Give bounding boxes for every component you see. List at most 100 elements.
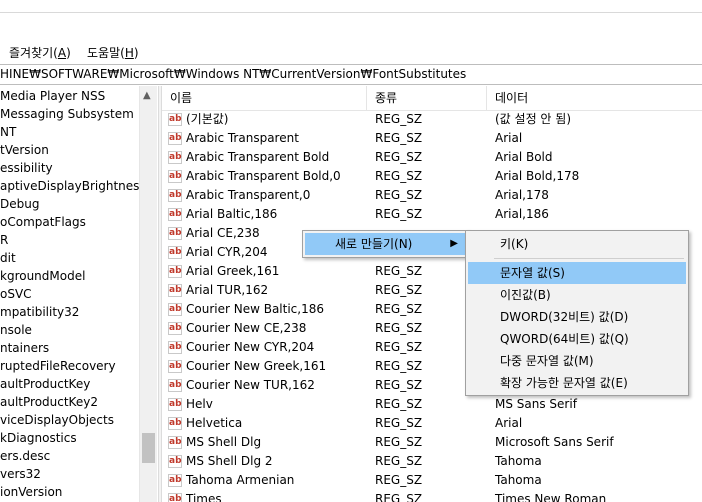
value-type: REG_SZ	[375, 264, 423, 278]
table-row[interactable]: ab Arabic Transparent,0 REG_SZ Arial,178	[162, 186, 702, 205]
tree-item[interactable]: nsole	[0, 321, 32, 339]
value-data: Arial,178	[495, 188, 549, 202]
table-row[interactable]: ab Arial Baltic,186 REG_SZ Arial,186	[162, 205, 702, 224]
tree-item[interactable]: Media Player NSS	[0, 87, 105, 105]
tree-item[interactable]: dit	[0, 249, 16, 267]
value-type: REG_SZ	[375, 492, 423, 502]
menu-favorites[interactable]: 즐겨찾기(A)	[9, 44, 71, 61]
string-value-icon: ab	[168, 303, 182, 316]
value-name: Arabic Transparent Bold,0	[186, 169, 341, 183]
table-row[interactable]: ab Tahoma Armenian REG_SZ Tahoma	[162, 471, 702, 490]
tree-item[interactable]: tVersion	[0, 141, 49, 159]
window-title-area	[0, 0, 702, 12]
table-row[interactable]: ab Arabic Transparent Bold,0 REG_SZ Arial B…	[162, 167, 702, 186]
title-divider	[0, 12, 702, 13]
submenu-item[interactable]: 문자열 값(S)	[468, 262, 686, 284]
value-type: REG_SZ	[375, 302, 423, 316]
string-value-icon: ab	[168, 379, 182, 392]
string-value-icon: ab	[168, 132, 182, 145]
submenu-item[interactable]: 이진값(B)	[468, 284, 686, 306]
table-row[interactable]: ab Arabic Transparent REG_SZ Arial	[162, 129, 702, 148]
value-name: Courier New Greek,161	[186, 359, 327, 373]
string-value-icon: ab	[168, 436, 182, 449]
string-value-icon: ab	[168, 398, 182, 411]
value-type: REG_SZ	[375, 397, 423, 411]
value-name: Courier New Baltic,186	[186, 302, 324, 316]
submenu-item[interactable]: 확장 가능한 문자열 값(E)	[468, 372, 686, 394]
menu-help[interactable]: 도움말(H)	[87, 44, 139, 61]
submenu-item[interactable]: 다중 문자열 값(M)	[468, 350, 686, 372]
menu-favorites-label: 즐겨찾기(	[9, 46, 58, 60]
table-row[interactable]: ab MS Shell Dlg REG_SZ Microsoft Sans Serif	[162, 433, 702, 452]
value-name: Helvetica	[186, 416, 243, 430]
value-data: (값 설정 안 됨)	[495, 112, 572, 126]
tree-scrollbar-thumb[interactable]	[142, 433, 155, 463]
submenu-item[interactable]: QWORD(64비트) 값(Q)	[468, 328, 686, 350]
string-value-icon: ab	[168, 322, 182, 335]
tree-item[interactable]: Messaging Subsystem	[0, 105, 134, 123]
key-tree-pane[interactable]: Media Player NSS Messaging Subsystem NT tVe…	[0, 86, 158, 502]
value-type: REG_SZ	[375, 359, 423, 373]
menu-bar: 즐겨찾기(A) 도움말(H)	[0, 40, 702, 64]
value-type: REG_SZ	[375, 188, 423, 202]
value-data: MS Sans Serif	[495, 397, 577, 411]
tree-item[interactable]: mpatibility32	[0, 303, 79, 321]
value-type: REG_SZ	[375, 283, 423, 297]
tree-item[interactable]: essibility	[0, 159, 53, 177]
tree-item[interactable]: kgroundModel	[0, 267, 85, 285]
tree-item[interactable]: kDiagnostics	[0, 429, 77, 447]
string-value-icon: ab	[168, 474, 182, 487]
tree-item[interactable]: oCompatFlags	[0, 213, 86, 231]
table-row[interactable]: ab Helv REG_SZ MS Sans Serif	[162, 395, 702, 414]
tree-item[interactable]: aultProductKey	[0, 375, 90, 393]
tree-item[interactable]: aptiveDisplayBrightness	[0, 177, 146, 195]
address-bar[interactable]: HINE₩SOFTWARE₩Microsoft₩Windows NT₩Curre…	[0, 64, 702, 85]
scroll-up-arrow-icon[interactable]: ▲	[143, 90, 151, 101]
context-menu-new[interactable]: 새로 만들기(N) ▶	[305, 233, 466, 255]
tree-item[interactable]: ionVersion	[0, 483, 62, 501]
tree-item[interactable]: oSVC	[0, 285, 32, 303]
string-value-icon: ab	[168, 170, 182, 183]
address-path[interactable]: HINE₩SOFTWARE₩Microsoft₩Windows NT₩Curre…	[0, 67, 466, 81]
tree-item[interactable]: vers32	[0, 465, 41, 483]
value-name: MS Shell Dlg	[186, 435, 262, 449]
value-name: Arial CE,238	[186, 226, 260, 240]
tree-item[interactable]: NT	[0, 123, 16, 141]
string-value-icon: ab	[168, 208, 182, 221]
tree-item[interactable]: ruptedFileRecovery	[0, 357, 116, 375]
submenu-item[interactable]: 키(K)	[468, 233, 686, 255]
value-type: REG_SZ	[375, 454, 423, 468]
tree-item[interactable]: Debug	[0, 195, 39, 213]
tree-item[interactable]: viceDisplayObjects	[0, 411, 114, 429]
table-row[interactable]: ab Arabic Transparent Bold REG_SZ Arial Bol…	[162, 148, 702, 167]
menu-help-label: 도움말(	[87, 46, 125, 60]
value-name: Tahoma Armenian	[186, 473, 295, 487]
value-name: (기본값)	[186, 112, 229, 126]
value-name: Courier New TUR,162	[186, 378, 315, 392]
value-name: MS Shell Dlg 2	[186, 454, 273, 468]
string-value-icon: ab	[168, 189, 182, 202]
table-row[interactable]: ab Times REG_SZ Times New Roman	[162, 490, 702, 502]
tree-scrollbar[interactable]: ▲	[139, 86, 157, 502]
column-header-name[interactable]: 이름	[162, 86, 367, 110]
value-type: REG_SZ	[375, 416, 423, 430]
tree-item[interactable]: ntainers	[0, 339, 49, 357]
context-menu-new-label: 새로 만들기(N)	[335, 237, 413, 251]
column-header-type[interactable]: 종류	[367, 86, 487, 110]
value-data: Arial Bold	[495, 150, 553, 164]
value-data: Arial Bold,178	[495, 169, 580, 183]
new-submenu: 키(K) 문자열 값(S) 이진값(B) DWORD(32비트) 값(D) QWORD(…	[465, 230, 689, 396]
table-row[interactable]: ab MS Shell Dlg 2 REG_SZ Tahoma	[162, 452, 702, 471]
menu-help-suffix: )	[133, 46, 139, 60]
column-header-data[interactable]: 데이터	[487, 86, 702, 110]
tree-item[interactable]: ers.desc	[0, 447, 50, 465]
value-name: Courier New CYR,204	[186, 340, 315, 354]
tree-item[interactable]: R	[0, 231, 8, 249]
value-type: REG_SZ	[375, 378, 423, 392]
value-name: Arabic Transparent Bold	[186, 150, 330, 164]
table-row[interactable]: ab Helvetica REG_SZ Arial	[162, 414, 702, 433]
table-row[interactable]: ab (기본값) REG_SZ (값 설정 안 됨)	[162, 110, 702, 129]
submenu-item[interactable]: DWORD(32비트) 값(D)	[468, 306, 686, 328]
value-name: Times	[186, 492, 222, 502]
tree-item[interactable]: aultProductKey2	[0, 393, 98, 411]
